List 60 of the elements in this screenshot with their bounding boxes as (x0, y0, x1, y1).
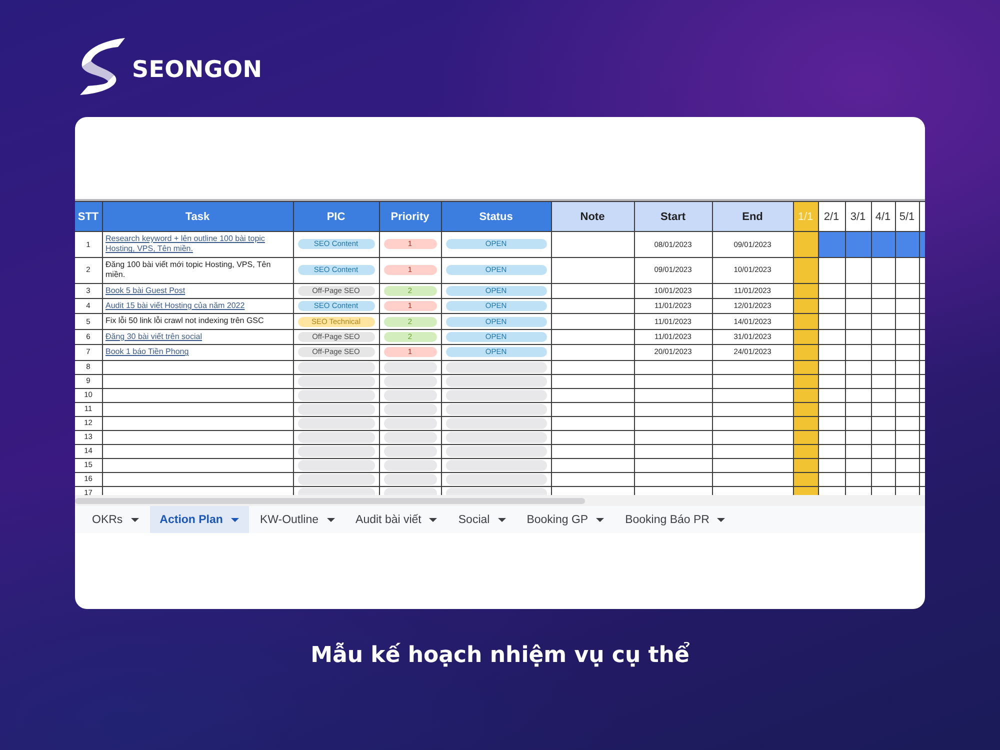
sheet-tab[interactable]: Action Plan (150, 506, 249, 533)
column-header: Status (441, 202, 551, 232)
day-header: 3/1 (845, 202, 871, 232)
day-header: 2/1 (818, 202, 845, 232)
empty-dropdown-chip[interactable] (384, 432, 436, 443)
empty-dropdown-chip[interactable] (298, 404, 374, 415)
empty-dropdown-chip[interactable] (446, 404, 546, 415)
column-header: End (712, 202, 793, 232)
sheet-tab[interactable]: Audit bài viết (346, 506, 448, 533)
caret-icon (429, 518, 438, 522)
empty-dropdown-chip[interactable] (384, 376, 436, 387)
caret-icon (498, 518, 506, 522)
caret-icon (596, 518, 604, 522)
sheet-tab[interactable]: Booking GP (516, 506, 614, 533)
sheet-tab[interactable]: Social (448, 506, 516, 533)
task-text: Đăng 100 bài viết mới topic Hosting, VPS, Tên miền. (106, 260, 272, 281)
empty-dropdown-chip[interactable] (446, 474, 546, 485)
empty-dropdown-chip[interactable] (446, 432, 546, 443)
column-header: PIC (293, 202, 379, 232)
caret-icon (130, 518, 139, 522)
empty-dropdown-chip[interactable] (384, 446, 436, 457)
logo-icon (80, 37, 126, 95)
empty-dropdown-chip[interactable] (298, 418, 374, 429)
horizontal-scrollbar[interactable] (75, 498, 585, 504)
empty-dropdown-chip[interactable] (446, 390, 546, 401)
empty-dropdown-chip[interactable] (446, 446, 546, 457)
empty-dropdown-chip[interactable] (298, 446, 374, 457)
empty-dropdown-chip[interactable] (384, 362, 436, 373)
empty-dropdown-chip[interactable] (298, 474, 374, 485)
caret-icon (717, 518, 726, 522)
empty-dropdown-chip[interactable] (446, 418, 546, 429)
column-header: Start (634, 202, 712, 232)
caret-icon (326, 518, 335, 522)
empty-dropdown-chip[interactable] (446, 460, 546, 471)
empty-dropdown-chip[interactable] (384, 404, 436, 415)
day-header: 5/1 (895, 202, 919, 232)
brand-name: SEONGON (132, 58, 262, 82)
empty-dropdown-chip[interactable] (384, 418, 436, 429)
empty-dropdown-chip[interactable] (446, 362, 546, 373)
day-header: 4/1 (871, 202, 895, 232)
task-text: Fix lỗi 50 link lỗi crawl not indexing trên GSC (106, 316, 265, 327)
day-header: 1/1 (793, 202, 818, 232)
empty-dropdown-chip[interactable] (298, 432, 374, 443)
sheet-tab[interactable]: OKRs (82, 506, 149, 533)
sheet-tab[interactable]: KW-Outline (250, 506, 345, 533)
empty-dropdown-chip[interactable] (298, 390, 374, 401)
caret-icon (230, 518, 239, 522)
empty-dropdown-chip[interactable] (384, 460, 436, 471)
empty-dropdown-chip[interactable] (298, 362, 374, 373)
column-header: Priority (379, 202, 441, 232)
empty-dropdown-chip[interactable] (298, 460, 374, 471)
caption-title: Mẫu kế hoạch nhiệm vụ cụ thể (310, 641, 690, 670)
empty-dropdown-chip[interactable] (298, 376, 374, 387)
empty-dropdown-chip[interactable] (384, 390, 436, 401)
column-header: Task (102, 202, 293, 232)
column-header: Note (551, 202, 634, 232)
empty-dropdown-chip[interactable] (446, 376, 546, 387)
empty-dropdown-chip[interactable] (384, 474, 436, 485)
sheet-tab[interactable]: Booking Báo PR (615, 506, 736, 533)
column-header: STT (75, 202, 102, 232)
